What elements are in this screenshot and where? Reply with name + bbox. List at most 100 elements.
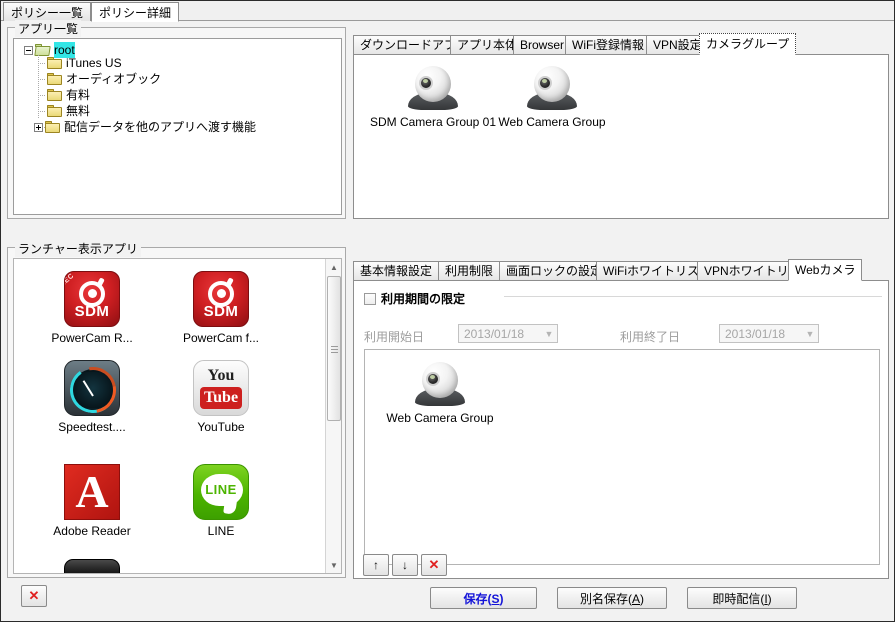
tree-item-share-data[interactable]: 配信データを他のアプリへ渡す機能 bbox=[14, 119, 341, 135]
scroll-up-icon[interactable]: ▲ bbox=[326, 259, 341, 275]
list-item[interactable]: A Adobe Reader bbox=[28, 464, 156, 538]
move-down-button[interactable]: ↓ bbox=[392, 554, 418, 576]
camera-group-item[interactable]: Web Camera Group bbox=[487, 66, 617, 129]
list-item[interactable] bbox=[28, 559, 156, 573]
web-camera-settings-panel: 利用期間の限定 利用開始日 2013/01/18 ▼ 利用終了日 2013/01… bbox=[353, 280, 889, 579]
policy-detail-window: ポリシー一覧 ポリシー詳細 アプリ一覧 root iTunes US オーディオ… bbox=[0, 0, 895, 622]
webcam-icon bbox=[525, 66, 579, 112]
tab-wifi-info[interactable]: WiFi登録情報 bbox=[565, 35, 651, 54]
app-list-group-title: アプリ一覧 bbox=[15, 20, 82, 37]
tree-item-root[interactable]: root bbox=[14, 39, 341, 58]
usage-period-label: 利用期間の限定 bbox=[381, 292, 466, 306]
tree-item-paid[interactable]: 有料 bbox=[14, 87, 341, 103]
save-as-button-label: 別名保存(A) bbox=[579, 591, 644, 606]
end-date-label: 利用終了日 bbox=[620, 330, 681, 344]
tree-item-free[interactable]: 無料 bbox=[14, 103, 341, 119]
assigned-camera-list[interactable]: Web Camera Group bbox=[364, 349, 880, 565]
list-item[interactable]: SDM PowerCam f... bbox=[157, 271, 285, 345]
move-up-button[interactable]: ↑ bbox=[363, 554, 389, 576]
list-item[interactable]: REC SDM PowerCam R... bbox=[28, 271, 156, 345]
sdm-icon: SDM bbox=[193, 271, 249, 327]
collapse-icon-root[interactable] bbox=[24, 45, 33, 55]
list-item[interactable]: LINE LINE bbox=[157, 464, 285, 538]
expand-icon-share-data[interactable] bbox=[34, 122, 43, 132]
app-category-tree[interactable]: root iTunes US オーディオブック 有料 無料 配信データを他のアプ… bbox=[13, 38, 342, 215]
end-date-value: 2013/01/18 bbox=[725, 326, 786, 341]
red-x-icon: ✕ bbox=[428, 557, 440, 572]
save-button[interactable]: 保存(S) bbox=[430, 587, 537, 609]
line-icon: LINE bbox=[193, 464, 249, 520]
list-item-label: PowerCam R... bbox=[51, 331, 133, 345]
tree-item-label: iTunes US bbox=[66, 56, 122, 70]
folder-icon bbox=[47, 56, 63, 70]
youtube-icon: You Tube bbox=[193, 360, 249, 416]
tree-item-label: 配信データを他のアプリへ渡す機能 bbox=[64, 120, 257, 134]
remove-camera-button[interactable]: ✕ bbox=[421, 554, 447, 576]
sdm-rec-icon: REC SDM bbox=[64, 271, 120, 327]
camera-group-item[interactable]: Web Camera Group bbox=[375, 362, 505, 425]
list-item-label: Speedtest.... bbox=[58, 420, 126, 434]
tab-screen-lock[interactable]: 画面ロックの設定 bbox=[499, 261, 610, 280]
scroll-down-icon[interactable]: ▼ bbox=[326, 557, 341, 573]
tree-item-label: 有料 bbox=[66, 88, 91, 102]
remove-launcher-app-button[interactable]: ✕ bbox=[21, 585, 47, 607]
launcher-apps-group: ランチャー表示アプリ REC SDM PowerCam R... SDM Pow… bbox=[7, 240, 346, 578]
lower-right-tab-host: 基本情報設定 利用制限 画面ロックの設定 WiFiホワイトリスト VPNホワイト… bbox=[353, 259, 889, 579]
chevron-down-icon[interactable]: ▼ bbox=[802, 329, 818, 339]
publish-now-button-label: 即時配信(I) bbox=[712, 591, 772, 606]
tab-browser[interactable]: Browser bbox=[513, 35, 572, 54]
tab-policy-list[interactable]: ポリシー一覧 bbox=[3, 2, 92, 21]
camera-group-tab-bar: ダウンロードアプリ アプリ本体 Browser WiFi登録情報 VPN設定 カ… bbox=[353, 33, 889, 55]
folder-icon bbox=[47, 72, 63, 86]
usage-period-checkbox-row[interactable]: 利用期間の限定 bbox=[364, 290, 465, 307]
tab-web-camera[interactable]: Webカメラ bbox=[788, 259, 863, 281]
end-date-picker[interactable]: 2013/01/18 ▼ bbox=[719, 324, 819, 343]
policy-settings-tab-bar: 基本情報設定 利用制限 画面ロックの設定 WiFiホワイトリスト VPNホワイト… bbox=[353, 259, 889, 281]
scrollbar-thumb[interactable] bbox=[327, 276, 341, 421]
red-x-icon: ✕ bbox=[28, 588, 40, 603]
webcam-icon bbox=[413, 362, 467, 408]
list-item[interactable]: You Tube YouTube bbox=[157, 360, 285, 434]
folder-icon bbox=[45, 120, 61, 134]
arrow-down-icon: ↓ bbox=[402, 558, 408, 572]
camera-group-label: SDM Camera Group 01 bbox=[369, 115, 497, 129]
save-as-button[interactable]: 別名保存(A) bbox=[557, 587, 667, 609]
tab-policy-detail[interactable]: ポリシー詳細 bbox=[91, 2, 180, 22]
webcam-icon bbox=[406, 66, 460, 112]
launcher-app-list[interactable]: REC SDM PowerCam R... SDM PowerCam f... bbox=[13, 258, 342, 574]
list-item-label: YouTube bbox=[197, 420, 245, 434]
list-item[interactable]: Speedtest.... bbox=[28, 360, 156, 434]
speedtest-icon bbox=[64, 360, 120, 416]
tab-usage-restriction[interactable]: 利用制限 bbox=[438, 261, 501, 280]
save-button-label: 保存(S) bbox=[463, 591, 504, 606]
arrow-up-icon: ↑ bbox=[373, 558, 379, 572]
tab-camera-group[interactable]: カメラグループ bbox=[699, 33, 797, 55]
folder-icon bbox=[47, 104, 63, 118]
camera-group-label: Web Camera Group bbox=[386, 411, 494, 425]
tree-item-audiobook[interactable]: オーディオブック bbox=[14, 71, 341, 87]
folder-icon bbox=[47, 88, 63, 102]
tree-item-label: 無料 bbox=[66, 104, 91, 118]
adobe-reader-icon: A bbox=[64, 464, 120, 520]
list-item-label: LINE bbox=[207, 524, 235, 538]
group-divider bbox=[504, 296, 882, 297]
chevron-down-icon[interactable]: ▼ bbox=[541, 329, 557, 339]
start-date-value: 2013/01/18 bbox=[464, 326, 525, 341]
tab-basic-info[interactable]: 基本情報設定 bbox=[353, 261, 440, 280]
main-tab-strip: ポリシー一覧 ポリシー詳細 bbox=[1, 1, 894, 22]
publish-now-button[interactable]: 即時配信(I) bbox=[687, 587, 797, 609]
list-item-label: PowerCam f... bbox=[182, 331, 260, 345]
launcher-scrollbar[interactable]: ▲ ▼ bbox=[325, 259, 341, 573]
camera-group-panel[interactable]: SDM Camera Group 01 Web Camera Group bbox=[353, 54, 889, 219]
launcher-group-title: ランチャー表示アプリ bbox=[15, 240, 141, 257]
start-date-label: 利用開始日 bbox=[364, 330, 425, 344]
app-list-group: アプリ一覧 root iTunes US オーディオブック 有料 無料 配信デー… bbox=[7, 20, 346, 219]
upper-right-tab-host: ダウンロードアプリ アプリ本体 Browser WiFi登録情報 VPN設定 カ… bbox=[353, 33, 889, 219]
checkbox-icon[interactable] bbox=[364, 292, 376, 305]
tree-item-itunes-us[interactable]: iTunes US bbox=[14, 55, 341, 71]
camera-group-item[interactable]: SDM Camera Group 01 bbox=[368, 66, 498, 129]
partial-app-icon bbox=[64, 559, 120, 573]
camera-group-label: Web Camera Group bbox=[498, 115, 606, 129]
list-item-label: Adobe Reader bbox=[53, 524, 131, 538]
start-date-picker[interactable]: 2013/01/18 ▼ bbox=[458, 324, 558, 343]
